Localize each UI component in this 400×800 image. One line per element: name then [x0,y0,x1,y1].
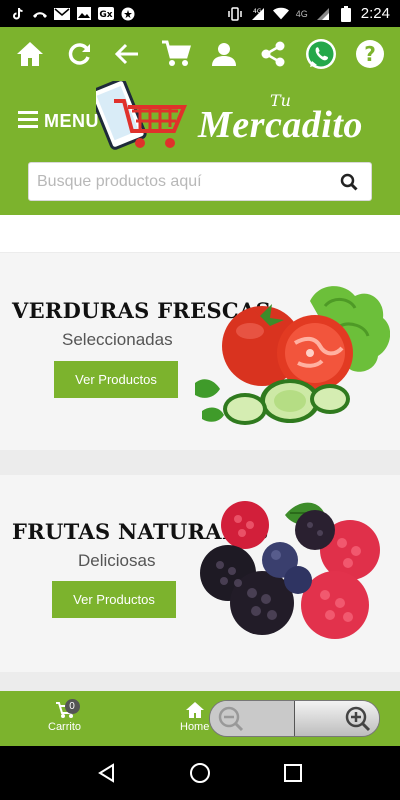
refresh-icon[interactable] [63,38,95,70]
zoom-control [209,700,380,737]
battery-icon [338,5,354,22]
banner-vegetables: VERDURAS FRESCAS Seleccionadas Ver Produ… [0,253,400,450]
cart-label: Carrito [48,721,82,733]
menu-button[interactable]: MENU [18,110,99,133]
view-products-button[interactable]: Ver Productos [54,361,178,398]
home-icon[interactable] [14,38,46,70]
vegetables-image [195,286,390,425]
zoom-out-button[interactable] [210,701,295,736]
system-nav-bar [0,746,400,800]
signal-icon [315,7,331,21]
logo[interactable]: Tu Mercadito [96,81,386,161]
cart-icon[interactable] [160,38,192,70]
banner-fruits: FRUTAS NATURALES Deliciosas Ver Producto… [0,475,400,672]
status-bar: Gx 4G 4G 2:24 [0,0,400,27]
app-icon [120,7,136,21]
bottom-nav: 0 Carrito Home [0,691,400,746]
recents-square-icon[interactable] [278,758,308,788]
svg-text:Gx: Gx [99,10,112,20]
lte-icon: 4G [250,7,266,21]
zoom-out-icon [218,706,244,731]
top-toolbar: ? [10,35,390,73]
help-icon[interactable]: ? [354,38,386,70]
app-header: ? MENU Tu Mercadito [0,27,400,215]
menu-label: MENU [44,111,99,131]
view-products-button[interactable]: Ver Productos [52,581,176,618]
home-icon [185,702,204,718]
spacer [0,215,400,252]
image-icon [76,7,92,21]
back-arrow-icon[interactable] [111,38,143,70]
logo-brand: Mercadito [198,104,363,146]
back-triangle-icon[interactable] [92,758,122,788]
zoom-in-icon [345,706,371,731]
wifi-icon [272,7,289,21]
home-circle-icon[interactable] [185,758,215,788]
gmail-icon [54,7,70,21]
cart-count-badge: 0 [64,699,80,714]
svg-text:4G: 4G [253,8,262,15]
vibrate-icon [227,6,243,21]
logo-cart-icon [96,81,187,150]
search-bar [28,162,372,201]
banner-subtitle: Deliciosas [78,551,156,570]
clock: 2:24 [360,5,390,22]
hamburger-icon [18,110,38,133]
missed-call-icon [32,7,48,21]
whatsapp-icon[interactable] [305,38,337,70]
search-input[interactable] [37,172,337,191]
home-label: Home [180,721,210,733]
tiktok-icon [10,7,26,21]
user-icon[interactable] [208,38,240,70]
zoom-in-button[interactable] [295,701,379,736]
berries-image [200,501,380,639]
bottom-nav-home[interactable]: Home [180,699,209,733]
main-content: VERDURAS FRESCAS Seleccionadas Ver Produ… [0,215,400,691]
banner-subtitle: Seleccionadas [62,330,173,349]
bottom-nav-cart[interactable]: 0 Carrito [48,699,81,733]
reddit-icon: Gx [98,7,114,21]
network-label: 4G [295,8,308,19]
share-icon[interactable] [257,38,289,70]
search-icon[interactable] [337,170,361,194]
svg-text:?: ? [364,42,376,66]
